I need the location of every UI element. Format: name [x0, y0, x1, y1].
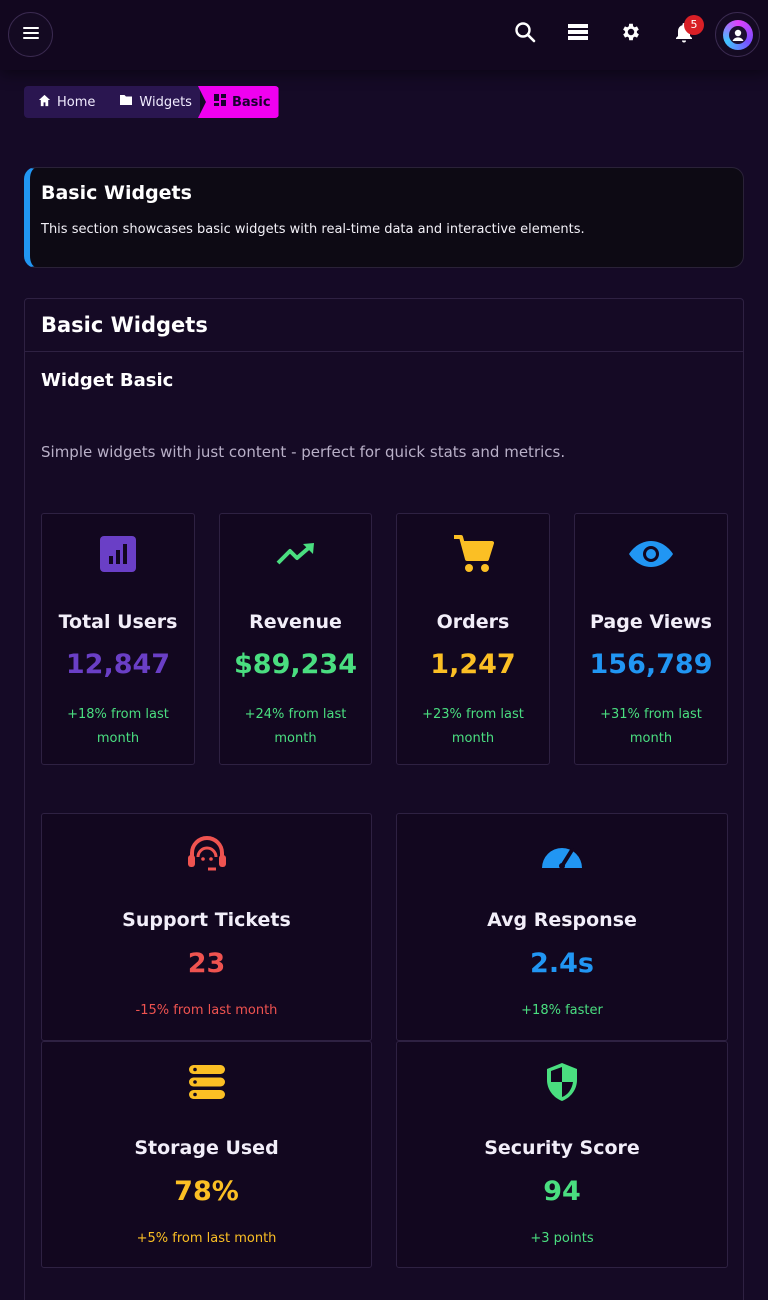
speedometer-icon [397, 834, 727, 874]
storage-button[interactable] [566, 22, 590, 46]
widget-value: 94 [543, 1176, 581, 1207]
info-alert: Basic Widgets This section showcases bas… [24, 167, 744, 268]
widget-page-views: Page Views 156,789 +31% from last month [574, 513, 728, 765]
search-icon [514, 21, 536, 47]
widget-security-score: Security Score 94 +3 points [396, 1041, 728, 1268]
breadcrumb-label: Widgets [139, 94, 192, 110]
widget-value: 12,847 [65, 649, 171, 680]
breadcrumb-basic: Basic [197, 86, 279, 118]
dashboard-icon [213, 94, 226, 110]
user-avatar-button[interactable] [715, 12, 760, 57]
widget-value: $89,234 [234, 649, 357, 680]
widget-label: Support Tickets [122, 909, 291, 931]
widget-note: +18% faster [521, 1003, 603, 1018]
eye-icon [575, 534, 727, 574]
widget-note: +23% from last month [422, 707, 524, 746]
card-title: Basic Widgets [41, 313, 208, 337]
gear-icon [620, 21, 642, 47]
alert-title: Basic Widgets [41, 182, 192, 204]
widget-value: 2.4s [530, 948, 594, 979]
trending-up-icon [220, 534, 371, 574]
widget-value: 23 [187, 948, 226, 979]
widget-revenue: Revenue $89,234 +24% from last month [219, 513, 372, 765]
section-title: Widget Basic [41, 370, 174, 391]
widget-support-tickets: Support Tickets 23 -15% from last month [41, 813, 372, 1041]
widget-note: -15% from last month [135, 1003, 278, 1018]
widget-orders: Orders 1,247 +23% from last month [396, 513, 550, 765]
home-icon [38, 94, 51, 111]
shield-icon [397, 1062, 727, 1102]
shopping-cart-icon [397, 534, 549, 574]
widget-label: Orders [436, 611, 510, 633]
widget-label: Revenue [249, 611, 342, 633]
section-description: Simple widgets with just content - perfe… [41, 443, 566, 461]
widget-note: +5% from last month [136, 1231, 277, 1246]
widget-note: +24% from last month [244, 707, 347, 746]
widget-label: Avg Response [487, 909, 637, 931]
breadcrumb-label: Basic [231, 94, 271, 110]
headset-icon [42, 834, 371, 874]
widget-value: 78% [174, 1176, 239, 1207]
storage-icon [567, 22, 589, 46]
breadcrumb-label: Home [57, 94, 96, 110]
hamburger-icon [22, 25, 40, 44]
breadcrumb-home[interactable]: Home [24, 86, 106, 118]
top-navbar: 5 [0, 0, 768, 70]
notification-badge: 5 [684, 15, 704, 35]
basic-widgets-card: Basic Widgets Widget Basic Simple widget… [24, 298, 744, 1300]
menu-toggle-button[interactable] [8, 12, 53, 57]
widget-storage-used: Storage Used 78% +5% from last month [41, 1041, 372, 1268]
widget-value: 1,247 [430, 649, 516, 680]
widget-note: +3 points [530, 1231, 594, 1246]
widget-label: Page Views [590, 611, 712, 633]
widget-avg-response: Avg Response 2.4s +18% faster [396, 813, 728, 1041]
breadcrumb-widgets[interactable]: Widgets [105, 86, 200, 118]
alert-text: This section showcases basic widgets wit… [41, 222, 585, 237]
widget-total-users: Total Users 12,847 +18% from last month [41, 513, 195, 765]
widget-label: Security Score [484, 1137, 640, 1159]
widget-label: Storage Used [134, 1137, 279, 1159]
breadcrumb: Home Widgets Basic [24, 86, 279, 118]
widget-label: Total Users [58, 611, 178, 633]
storage-icon [42, 1062, 371, 1102]
widget-value: 156,789 [589, 649, 713, 680]
avatar [722, 19, 753, 50]
bar-chart-icon [42, 534, 194, 574]
widget-note: +18% from last month [67, 707, 169, 746]
widget-note: +31% from last month [600, 707, 702, 746]
folder-icon [119, 94, 133, 110]
search-button[interactable] [513, 22, 537, 46]
settings-button[interactable] [619, 22, 643, 46]
